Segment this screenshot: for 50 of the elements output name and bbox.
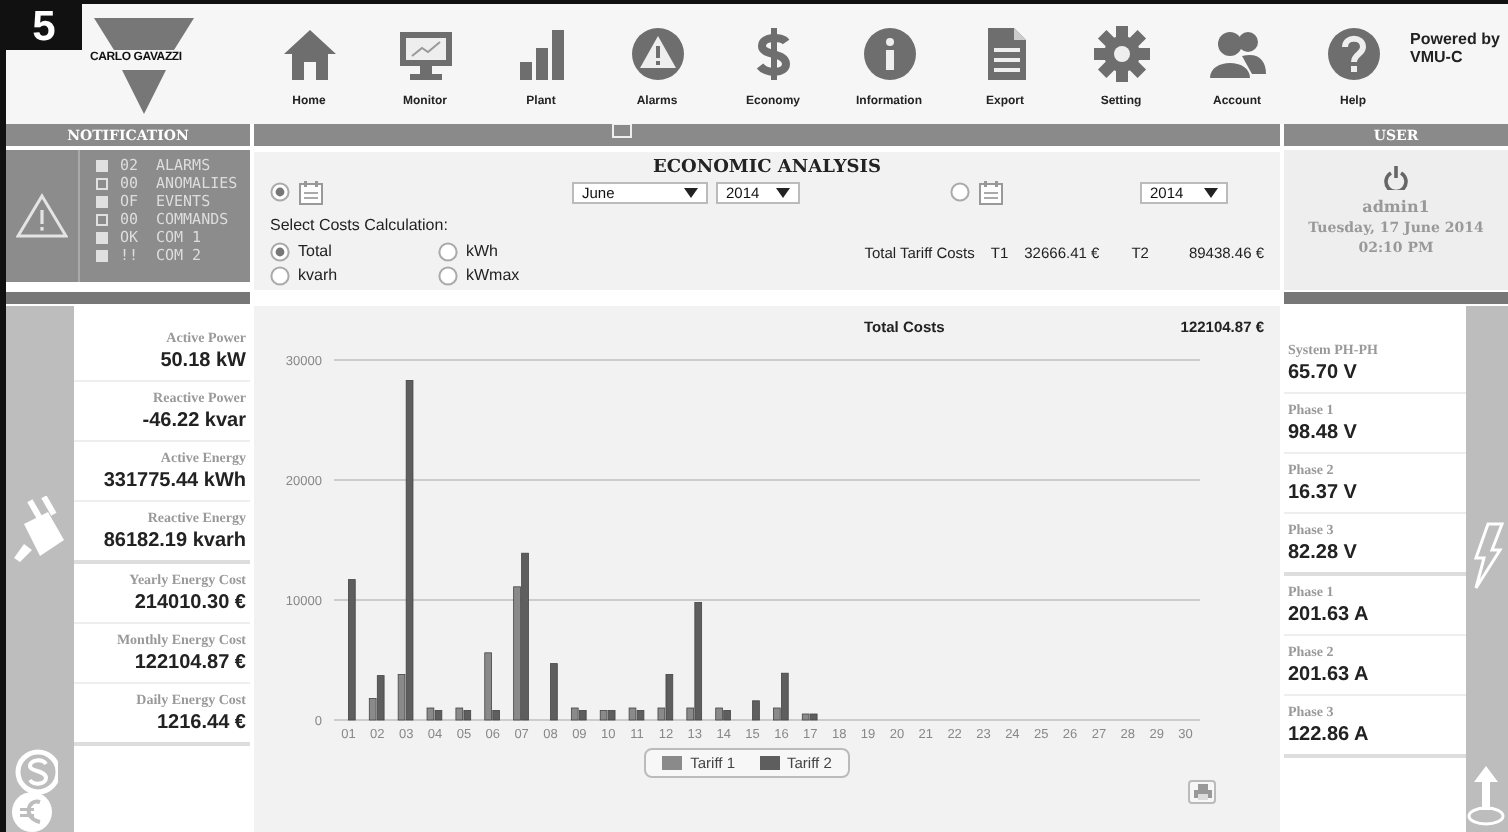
print-button[interactable] [1188, 780, 1216, 804]
measure-value: 65.70 V [1288, 360, 1357, 386]
panel-title: ECONOMIC ANALYSIS [651, 156, 883, 180]
measure-value: 201.63 A [1288, 602, 1369, 628]
radio-button[interactable] [270, 182, 290, 202]
collapse-toggle-icon[interactable] [612, 124, 632, 138]
chart-bar [348, 579, 356, 721]
radio-button[interactable] [438, 242, 458, 262]
option-label[interactable]: kvarh [298, 266, 338, 286]
option-label[interactable]: Total [298, 242, 332, 262]
gear-icon [1091, 24, 1151, 84]
radio-button[interactable] [270, 242, 290, 262]
measure-value: 98.48 V [1288, 420, 1357, 446]
logo-triangle-icon [94, 18, 194, 118]
measure-value: 122.86 A [1288, 722, 1369, 748]
measure-value: 214010.30 € [134, 590, 246, 616]
caret-icon [1204, 187, 1218, 197]
chart-bar [752, 700, 760, 721]
measure-value: 1216.44 € [157, 710, 246, 736]
info-icon [859, 24, 919, 84]
warning-icon [16, 192, 68, 240]
calendar-icon[interactable] [298, 179, 324, 205]
help-icon [1323, 24, 1383, 84]
measure-value: 82.28 V [1288, 540, 1357, 566]
lightning-icon [1468, 522, 1504, 590]
radio-button[interactable] [438, 266, 458, 286]
measure-value: 86182.19 kvarh [103, 528, 246, 554]
measure-value: -46.22 kvar [142, 408, 246, 434]
measure-value: 122104.87 € [134, 650, 246, 676]
figure-number-badge: 5 [6, 4, 82, 50]
home-icon [279, 24, 339, 84]
powered-by-text: Powered by [1410, 30, 1502, 48]
measure-value: 16.37 V [1288, 480, 1357, 506]
caret-icon [776, 187, 790, 197]
calc-label: Select Costs Calculation: [270, 216, 448, 234]
option-label[interactable]: kWh [466, 242, 498, 262]
powered-by-text: VMU-C [1410, 48, 1465, 66]
measure-value: 201.63 A [1288, 662, 1369, 688]
radio-button[interactable] [270, 266, 290, 286]
radio-button[interactable] [950, 182, 970, 202]
printer-icon [1193, 784, 1211, 800]
calendar-icon[interactable] [978, 179, 1004, 205]
measure-value: 331775.44 kWh [103, 468, 246, 494]
chart-bar [550, 663, 558, 721]
option-label[interactable]: kWmax [466, 266, 520, 286]
warning-icon [627, 24, 687, 84]
measure-value: 50.18 kW [160, 348, 246, 374]
power-icon[interactable] [1384, 166, 1408, 190]
caret-icon [684, 187, 698, 197]
user-name: admin1 [1362, 196, 1430, 216]
